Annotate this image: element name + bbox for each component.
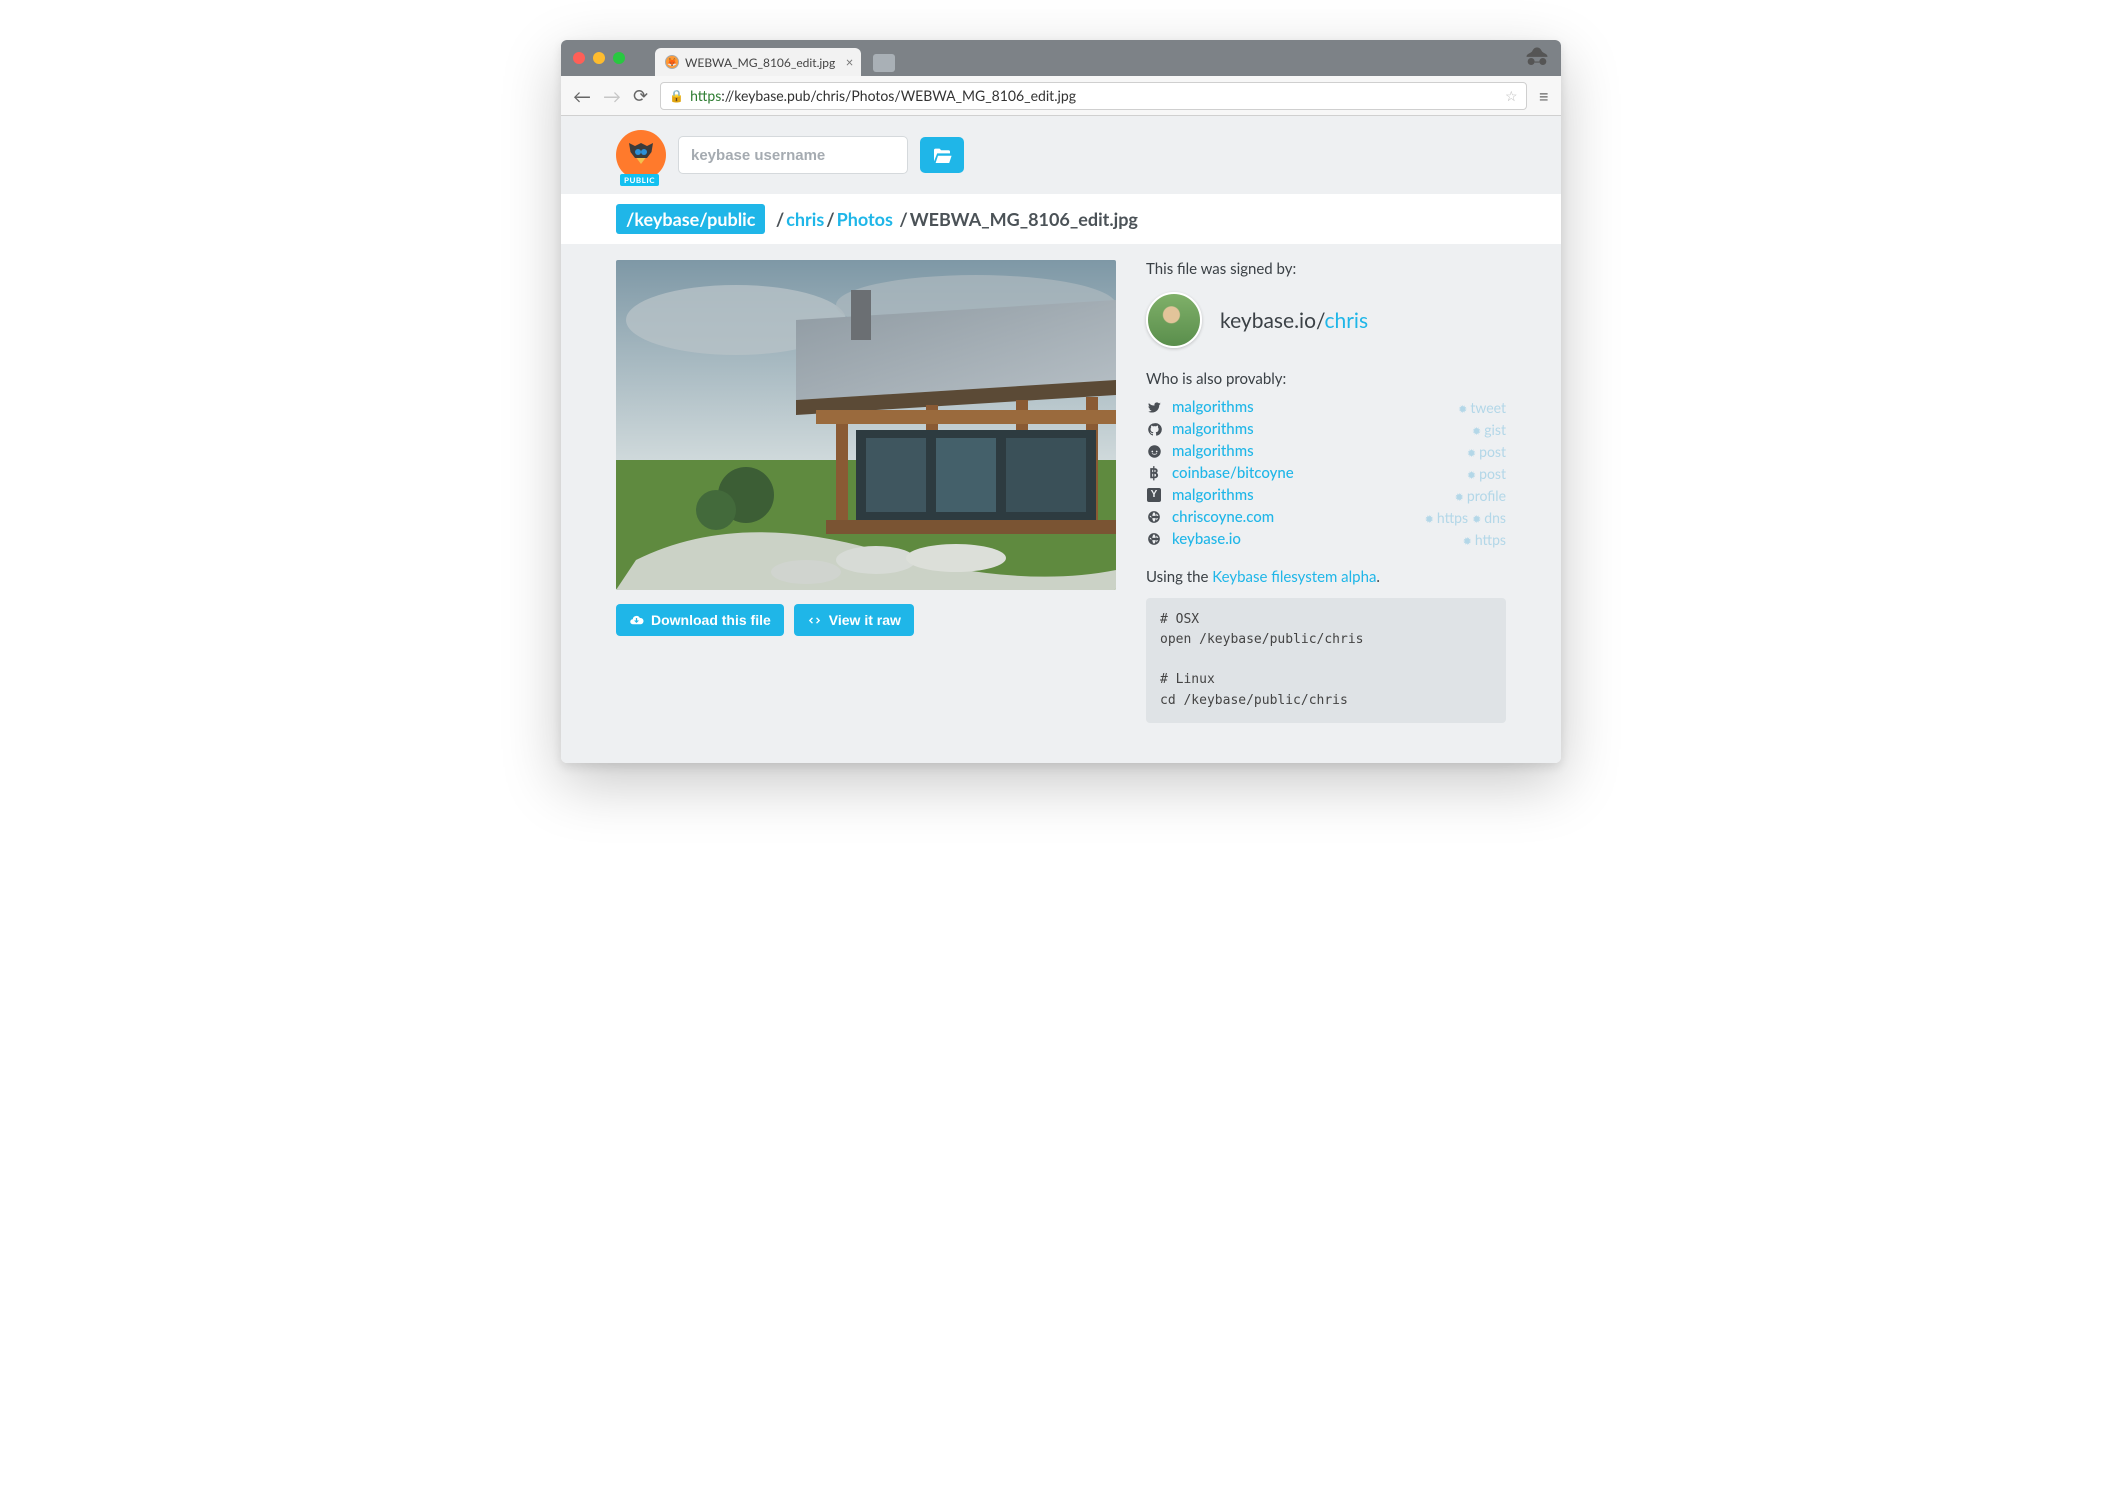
- proof-badge[interactable]: post: [1467, 465, 1506, 482]
- proof-handle[interactable]: malgorithms: [1172, 398, 1254, 416]
- proof-row: malgorithms tweet: [1146, 398, 1506, 416]
- proof-row: ฿ coinbase/bitcoyne post: [1146, 464, 1506, 482]
- username-input[interactable]: [678, 136, 908, 174]
- web-icon: [1146, 532, 1162, 546]
- proof-handle[interactable]: chriscoyne.com: [1172, 508, 1274, 526]
- address-bar[interactable]: 🔒 https://keybase.pub/chris/Photos/WEBWA…: [660, 82, 1526, 110]
- tab-close-icon[interactable]: ×: [846, 54, 854, 70]
- browser-tab[interactable]: 🦊 WEBWA_MG_8106_edit.jpg ×: [655, 48, 861, 76]
- window-zoom[interactable]: [613, 52, 625, 64]
- proof-badge[interactable]: dns: [1472, 509, 1506, 526]
- proof-handle[interactable]: malgorithms: [1172, 442, 1254, 460]
- back-button[interactable]: ←: [573, 85, 591, 107]
- menu-button[interactable]: ≡: [1539, 85, 1549, 107]
- proof-badge[interactable]: https: [1463, 531, 1506, 548]
- proof-handle[interactable]: malgorithms: [1172, 486, 1254, 504]
- open-folder-button[interactable]: [920, 137, 964, 173]
- proof-badges: tweet: [1458, 399, 1506, 416]
- tab-title: WEBWA_MG_8106_edit.jpg: [685, 55, 835, 70]
- signer-row: keybase.io/chris: [1146, 292, 1506, 348]
- new-tab-button[interactable]: [873, 54, 895, 72]
- proof-badges: gist: [1472, 421, 1506, 438]
- breadcrumb-current: WEBWA_MG_8106_edit.jpg: [910, 208, 1138, 230]
- github-icon: [1146, 422, 1162, 437]
- terminal-block: # OSX open /keybase/public/chris # Linux…: [1146, 598, 1506, 723]
- signed-by-label: This file was signed by:: [1146, 260, 1506, 278]
- fox-icon: [623, 137, 659, 173]
- file-preview-image: [616, 260, 1116, 590]
- filesystem-line: Using the Keybase filesystem alpha.: [1146, 568, 1506, 586]
- window-minimize[interactable]: [593, 52, 605, 64]
- bookmark-star-icon[interactable]: ☆: [1505, 87, 1518, 105]
- filesystem-link[interactable]: Keybase filesystem alpha: [1212, 568, 1376, 586]
- proof-row: Ymalgorithms profile: [1146, 486, 1506, 504]
- right-column: This file was signed by: keybase.io/chri…: [1146, 260, 1506, 723]
- favicon-icon: 🦊: [665, 55, 679, 69]
- reddit-icon: [1146, 444, 1162, 459]
- proof-handle[interactable]: keybase.io: [1172, 530, 1241, 548]
- window-controls: [573, 52, 625, 64]
- browser-window: 🦊 WEBWA_MG_8106_edit.jpg × ← → ⟳ 🔒 https…: [561, 40, 1561, 763]
- breadcrumb-link[interactable]: Photos: [837, 208, 893, 230]
- proof-badges: https: [1463, 531, 1506, 548]
- incognito-icon: [1523, 44, 1551, 76]
- hn-icon: Y: [1146, 488, 1162, 502]
- breadcrumb-root[interactable]: /keybase/public: [616, 204, 765, 234]
- folder-open-icon: [932, 147, 952, 163]
- signer-avatar[interactable]: [1146, 292, 1202, 348]
- bitcoin-icon: ฿: [1146, 464, 1162, 482]
- download-button[interactable]: Download this file: [616, 604, 784, 636]
- forward-button[interactable]: →: [603, 85, 621, 107]
- web-icon: [1146, 510, 1162, 524]
- reload-button[interactable]: ⟳: [633, 84, 648, 107]
- provably-label: Who is also provably:: [1146, 370, 1506, 388]
- proof-handle[interactable]: coinbase/bitcoyne: [1172, 464, 1294, 482]
- proof-badges: profile: [1455, 487, 1506, 504]
- view-raw-label: View it raw: [829, 612, 901, 628]
- proof-row: malgorithms post: [1146, 442, 1506, 460]
- tab-strip: 🦊 WEBWA_MG_8106_edit.jpg ×: [561, 40, 1561, 76]
- proof-row: chriscoyne.com httpsdns: [1146, 508, 1506, 526]
- download-label: Download this file: [651, 612, 771, 628]
- logo-badge: PUBLIC: [620, 174, 659, 186]
- proof-badge[interactable]: profile: [1455, 487, 1506, 504]
- proof-badge[interactable]: post: [1467, 443, 1506, 460]
- lock-icon: 🔒: [669, 88, 684, 103]
- proof-badge[interactable]: tweet: [1458, 399, 1506, 416]
- code-icon: [807, 613, 822, 628]
- twitter-icon: [1146, 400, 1162, 415]
- proof-badge[interactable]: https: [1425, 509, 1468, 526]
- breadcrumb-link[interactable]: chris: [786, 208, 824, 230]
- proof-badge[interactable]: gist: [1472, 421, 1506, 438]
- cloud-download-icon: [629, 613, 644, 628]
- proof-row: malgorithms gist: [1146, 420, 1506, 438]
- proof-handle[interactable]: malgorithms: [1172, 420, 1254, 438]
- view-raw-button[interactable]: View it raw: [794, 604, 914, 636]
- breadcrumb: /keybase/public /chris/Photos /WEBWA_MG_…: [616, 194, 1506, 244]
- page-content: PUBLIC /keybase/public /chris/Photos /WE…: [561, 116, 1561, 763]
- site-header: PUBLIC: [616, 116, 1506, 194]
- left-column: Download this file View it raw: [616, 260, 1116, 723]
- site-logo[interactable]: PUBLIC: [616, 130, 666, 180]
- window-close[interactable]: [573, 52, 585, 64]
- proof-badges: httpsdns: [1425, 509, 1506, 526]
- proof-badges: post: [1467, 443, 1506, 460]
- proof-list: malgorithmstweetmalgorithmsgistmalgorith…: [1146, 398, 1506, 548]
- proof-badges: post: [1467, 465, 1506, 482]
- browser-toolbar: ← → ⟳ 🔒 https://keybase.pub/chris/Photos…: [561, 76, 1561, 116]
- url-text: https://keybase.pub/chris/Photos/WEBWA_M…: [690, 87, 1076, 104]
- signer-profile-url[interactable]: keybase.io/chris: [1220, 308, 1368, 333]
- proof-row: keybase.io https: [1146, 530, 1506, 548]
